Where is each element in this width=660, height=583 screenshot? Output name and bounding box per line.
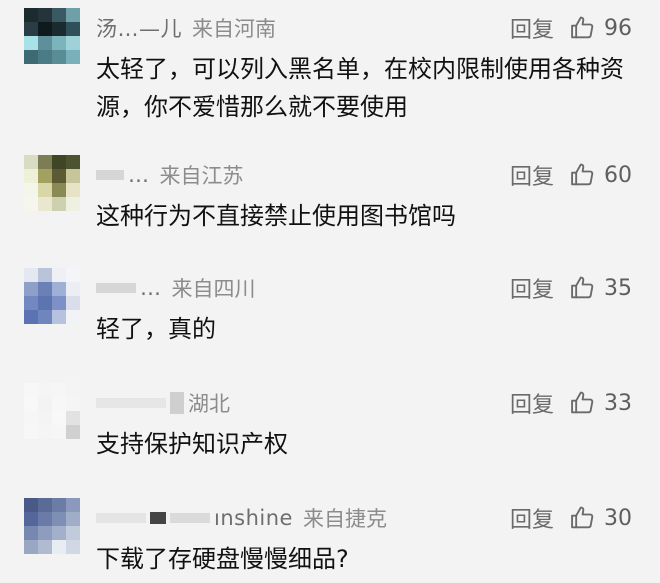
comment-actions: 回复 33 xyxy=(510,383,632,423)
user-avatar[interactable] xyxy=(24,383,80,439)
thumbs-up-icon xyxy=(568,161,596,189)
comment-text: 这种行为不直接禁止使用图书馆吗 xyxy=(96,202,456,230)
user-avatar[interactable] xyxy=(24,8,80,64)
like-button[interactable]: 30 xyxy=(568,504,632,532)
like-count: 35 xyxy=(604,275,632,301)
user-avatar[interactable] xyxy=(24,498,80,554)
comment-text: 太轻了，可以列入黑名单，在校内限制使用各种资源，你不爱惜那么就不要使用 xyxy=(96,55,624,121)
commenter-location: 来自河南 xyxy=(192,17,276,41)
nickname-mask xyxy=(96,283,136,293)
thumbs-up-icon xyxy=(568,274,596,302)
comment-actions: 回复 35 xyxy=(510,268,632,308)
like-count: 30 xyxy=(604,505,632,531)
reply-button[interactable]: 回复 xyxy=(510,272,554,304)
comment-meta: ınshine 来自捷克 xyxy=(96,498,387,538)
comment-meta: … 来自四川 xyxy=(96,268,256,308)
comment-text: 支持保护知识产权 xyxy=(96,430,288,458)
comment-text: 下载了存硬盘慢慢细品? xyxy=(96,545,349,573)
commenter-location: 湖北 xyxy=(188,392,230,416)
like-count: 96 xyxy=(604,15,632,41)
nickname-mask xyxy=(96,513,146,523)
thumbs-up-icon xyxy=(568,504,596,532)
nickname-mask xyxy=(96,170,124,180)
reply-button[interactable]: 回复 xyxy=(510,387,554,419)
nickname-mask xyxy=(150,512,166,524)
reply-button[interactable]: 回复 xyxy=(510,502,554,534)
comment-actions: 回复 30 xyxy=(510,498,632,538)
commenter-nickname[interactable]: 汤…—儿 xyxy=(96,13,182,43)
reply-button[interactable]: 回复 xyxy=(510,12,554,44)
nickname-mask xyxy=(170,392,184,414)
nickname-mask xyxy=(170,513,210,523)
user-avatar[interactable] xyxy=(24,268,80,324)
nickname-mask xyxy=(96,398,166,408)
commenter-nickname[interactable]: … xyxy=(128,163,150,187)
comment-actions: 回复 60 xyxy=(510,155,632,195)
comment-meta: 湖北 xyxy=(96,383,230,423)
comment-meta: … 来自江苏 xyxy=(96,155,244,195)
like-button[interactable]: 35 xyxy=(568,274,632,302)
like-button[interactable]: 33 xyxy=(568,389,632,417)
comment-list: 汤…—儿 来自河南 回复 96 太轻了，可以列入黑名单，在校内限制使用各种资源，… xyxy=(0,0,660,583)
comment-meta: 汤…—儿 来自河南 xyxy=(96,8,276,48)
comment-text: 轻了，真的 xyxy=(96,315,216,343)
commenter-location: 来自江苏 xyxy=(159,164,244,188)
commenter-nickname[interactable]: ınshine xyxy=(214,506,293,530)
commenter-location: 来自捷克 xyxy=(302,507,387,531)
like-button[interactable]: 60 xyxy=(568,161,632,189)
thumbs-up-icon xyxy=(568,14,596,42)
reply-button[interactable]: 回复 xyxy=(510,159,554,191)
user-avatar[interactable] xyxy=(24,155,80,211)
thumbs-up-icon xyxy=(568,389,596,417)
like-button[interactable]: 96 xyxy=(568,14,632,42)
commenter-location: 来自四川 xyxy=(171,277,256,301)
commenter-nickname[interactable]: … xyxy=(140,276,162,300)
like-count: 60 xyxy=(604,162,632,188)
like-count: 33 xyxy=(604,390,632,416)
comment-actions: 回复 96 xyxy=(510,8,632,48)
